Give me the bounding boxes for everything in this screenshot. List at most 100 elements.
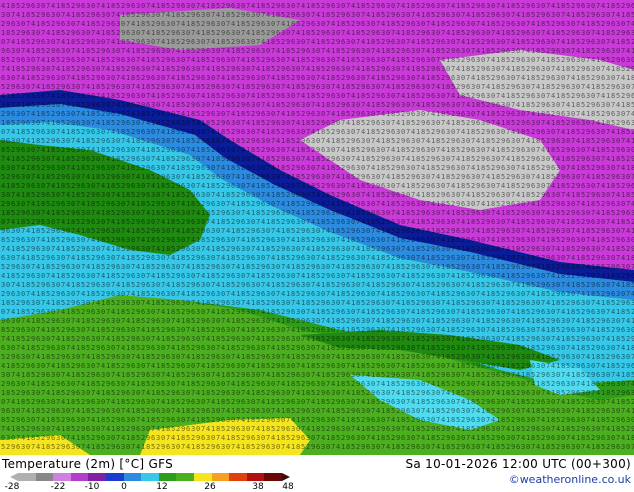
grid-digit: 5	[71, 155, 75, 163]
grid-digit: 4	[566, 11, 570, 19]
grid-digit: 3	[336, 182, 340, 190]
grid-digit: 0	[276, 83, 280, 91]
grid-digit: 0	[56, 281, 60, 289]
grid-digit: 2	[36, 191, 40, 199]
grid-digit: 9	[191, 11, 195, 19]
grid-digit: 8	[521, 38, 525, 46]
grid-digit: 1	[96, 56, 100, 64]
grid-digit: 5	[221, 155, 225, 163]
grid-digit: 1	[566, 308, 570, 316]
grid-digit: 3	[246, 38, 250, 46]
grid-digit: 6	[436, 65, 440, 73]
grid-digit: 0	[461, 344, 465, 352]
grid-digit: 1	[161, 155, 165, 163]
grid-digit: 7	[221, 137, 225, 145]
grid-digit: 2	[411, 326, 415, 334]
grid-digit: 9	[16, 236, 20, 244]
grid-digit: 5	[186, 254, 190, 262]
grid-digit: 6	[271, 236, 275, 244]
grid-digit: 6	[361, 290, 365, 298]
grid-digit: 4	[196, 299, 200, 307]
grid-digit: 3	[606, 254, 610, 262]
grid-digit: 6	[141, 218, 145, 226]
grid-digit: 2	[26, 245, 30, 253]
grid-digit: 7	[46, 182, 50, 190]
grid-digit: 4	[96, 119, 100, 127]
grid-digit: 6	[366, 263, 370, 271]
grid-digit: 6	[306, 227, 310, 235]
grid-digit: 0	[496, 335, 500, 343]
grid-digit: 8	[26, 281, 30, 289]
grid-digit: 1	[401, 119, 405, 127]
grid-digit: 4	[301, 2, 305, 10]
grid-digit: 9	[411, 263, 415, 271]
grid-digit: 4	[101, 92, 105, 100]
grid-digit: 2	[416, 209, 420, 217]
grid-digit: 7	[381, 263, 385, 271]
grid-digit: 1	[266, 218, 270, 226]
grid-digit: 9	[26, 272, 30, 280]
grid-digit: 5	[451, 263, 455, 271]
grid-digit: 5	[361, 29, 365, 37]
grid-digit: 1	[271, 281, 275, 289]
grid-digit: 1	[226, 254, 230, 262]
grid-digit: 7	[256, 128, 260, 136]
grid-digit: 2	[421, 2, 425, 10]
grid-digit: 4	[301, 272, 305, 280]
grid-digit: 6	[581, 92, 585, 100]
grid-digit: 7	[426, 200, 430, 208]
grid-digit: 4	[26, 317, 30, 325]
grid-digit: 9	[296, 254, 300, 262]
grid-digit: 4	[91, 56, 95, 64]
grid-digit: 6	[521, 146, 525, 154]
grid-digit: 2	[41, 74, 45, 82]
grid-digit: 5	[456, 236, 460, 244]
grid-digit: 2	[11, 236, 15, 244]
grid-digit: 2	[61, 326, 65, 334]
grid-digit: 8	[76, 281, 80, 289]
grid-digit: 3	[121, 263, 125, 271]
grid-digit: 5	[581, 191, 585, 199]
grid-digit: 6	[156, 137, 160, 145]
grid-digit: 9	[46, 344, 50, 352]
grid-digit: 7	[356, 38, 360, 46]
grid-digit: 8	[136, 137, 140, 145]
grid-digit: 7	[366, 74, 370, 82]
grid-digit: 2	[81, 218, 85, 226]
grid-digit: 7	[456, 308, 460, 316]
grid-digit: 0	[206, 101, 210, 109]
grid-digit: 3	[126, 326, 130, 334]
grid-digit: 0	[511, 254, 515, 262]
grid-digit: 7	[421, 317, 425, 325]
grid-digit: 6	[601, 344, 605, 352]
grid-digit: 6	[626, 299, 630, 307]
grid-digit: 4	[146, 119, 150, 127]
grid-digit: 3	[396, 218, 400, 226]
grid-digit: 9	[131, 335, 135, 343]
grid-digit: 7	[61, 101, 65, 109]
grid-digit: 7	[96, 272, 100, 280]
grid-digit: 3	[531, 119, 535, 127]
grid-digit: 7	[236, 236, 240, 244]
grid-digit: 5	[256, 326, 260, 334]
grid-digit: 9	[76, 272, 80, 280]
grid-digit: 5	[196, 110, 200, 118]
grid-digit: 6	[211, 290, 215, 298]
grid-digit: 8	[331, 164, 335, 172]
grid-digit: 1	[626, 74, 630, 82]
grid-digit: 5	[346, 20, 350, 28]
grid-digit: 8	[386, 227, 390, 235]
grid-digit: 1	[186, 290, 190, 298]
grid-digit: 4	[166, 281, 170, 289]
grid-digit: 1	[11, 335, 15, 343]
grid-digit: 1	[316, 308, 320, 316]
grid-digit: 0	[611, 74, 615, 82]
grid-digit: 1	[81, 227, 85, 235]
grid-digit: 0	[386, 119, 390, 127]
grid-digit: 1	[191, 83, 195, 91]
grid-digit: 6	[111, 20, 115, 28]
grid-digit: 0	[51, 38, 55, 46]
grid-digit: 5	[356, 326, 360, 334]
grid-digit: 7	[256, 218, 260, 226]
grid-digit: 9	[441, 11, 445, 19]
